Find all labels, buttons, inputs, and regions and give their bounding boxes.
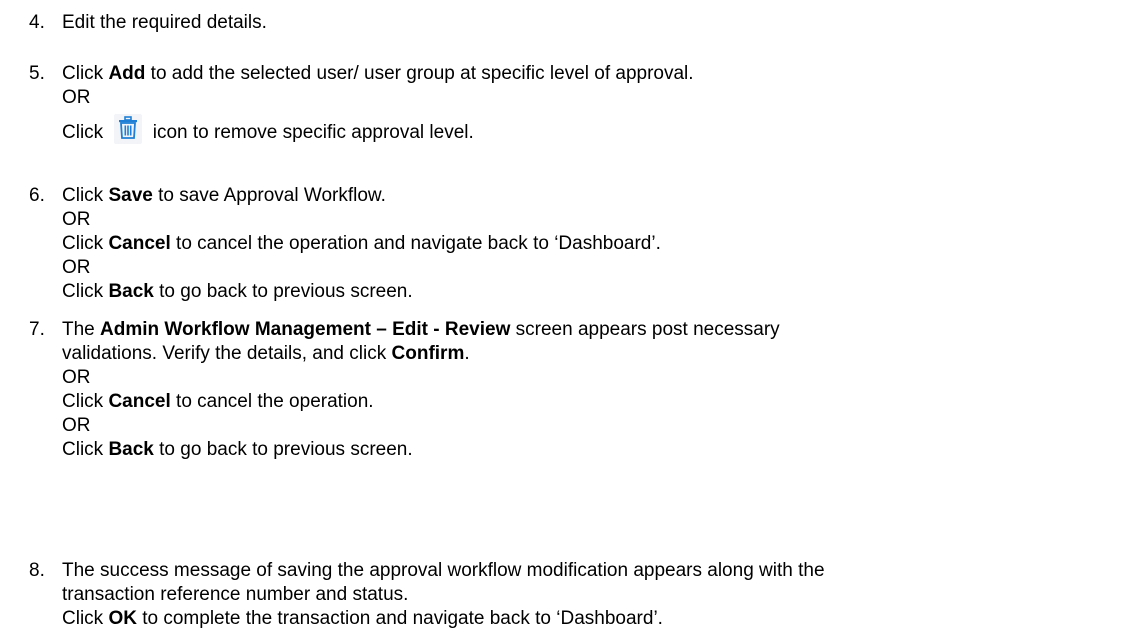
step-content: Edit the required details. [62, 11, 1102, 35]
step-number: 8. [29, 560, 45, 581]
text: to save Approval Workflow. [152, 185, 386, 206]
step-line: Click OK to complete the transaction and… [62, 607, 1102, 631]
step-number: 7. [29, 319, 45, 340]
back-button-label: Back [108, 439, 154, 460]
step-line: Click Back to go back to previous screen… [62, 438, 1102, 462]
or-text: OR [62, 87, 91, 108]
step-number: 4. [29, 12, 45, 33]
text: screen appears post necessary [510, 319, 780, 340]
back-button-label: Back [108, 281, 154, 302]
or-text: OR [62, 257, 91, 278]
step-line: OR [62, 256, 1102, 280]
text: Click [62, 281, 109, 302]
add-button-label: Add [108, 63, 146, 84]
text: Click [62, 439, 109, 460]
text: to add the selected user/ user group at … [145, 63, 694, 84]
ok-button-label: OK [108, 608, 137, 629]
text: to cancel the operation. [170, 391, 374, 412]
or-text: OR [62, 209, 91, 230]
save-button-label: Save [108, 185, 153, 206]
step-line: validations. Verify the details, and cli… [62, 342, 1102, 366]
step-line: transaction reference number and status. [62, 583, 1102, 607]
step-line: Click Back to go back to previous screen… [62, 280, 1102, 304]
screen-name: Admin Workflow Management – Edit - Revie… [100, 319, 511, 340]
text: . [464, 343, 470, 364]
step-line: OR [62, 414, 1102, 438]
step-content: The success message of saving the approv… [62, 559, 1102, 631]
step-line: OR [62, 366, 1102, 390]
or-text: OR [62, 367, 91, 388]
step-number: 6. [29, 185, 45, 206]
step-line: Click Add to add the selected user/ user… [62, 62, 1102, 86]
cancel-button-label: Cancel [108, 233, 171, 254]
or-text: OR [62, 415, 91, 436]
step-content: The Admin Workflow Management – Edit - R… [62, 318, 1102, 462]
step-line: Click Cancel to cancel the operation and… [62, 232, 1102, 256]
cancel-button-label: Cancel [108, 391, 171, 412]
text: to go back to previous screen. [153, 281, 413, 302]
text: Click [62, 63, 109, 84]
step-line: Click Save to save Approval Workflow. [62, 184, 1102, 208]
text: Click [62, 185, 109, 206]
text: to go back to previous screen. [153, 439, 413, 460]
confirm-button-label: Confirm [391, 343, 465, 364]
text: The [62, 319, 101, 340]
text: to complete the transaction and navigate… [136, 608, 663, 629]
step-line: Click icon to remove specific approval l… [62, 114, 1102, 150]
text: Click [62, 391, 109, 412]
text: Edit the required details. [62, 12, 267, 33]
text: Click [62, 122, 109, 143]
text: transaction reference number and status. [62, 584, 409, 605]
text: validations. Verify the details, and cli… [62, 343, 392, 364]
step-line: The success message of saving the approv… [62, 559, 1102, 583]
text: icon to remove specific approval level. [147, 122, 474, 143]
trash-icon [114, 114, 143, 144]
step-line: OR [62, 208, 1102, 232]
text: to cancel the operation and navigate bac… [170, 233, 661, 254]
text: Click [62, 608, 109, 629]
step-number: 5. [29, 63, 45, 84]
step-line: The Admin Workflow Management – Edit - R… [62, 318, 1102, 342]
text: Click [62, 233, 109, 254]
step-line: OR [62, 86, 1102, 110]
step-content: Click Save to save Approval Workflow. OR… [62, 184, 1102, 304]
step-content: Click Add to add the selected user/ user… [62, 62, 1102, 150]
step-line: Click Cancel to cancel the operation. [62, 390, 1102, 414]
text: The success message of saving the approv… [62, 560, 825, 581]
step-line: Edit the required details. [62, 11, 1102, 35]
